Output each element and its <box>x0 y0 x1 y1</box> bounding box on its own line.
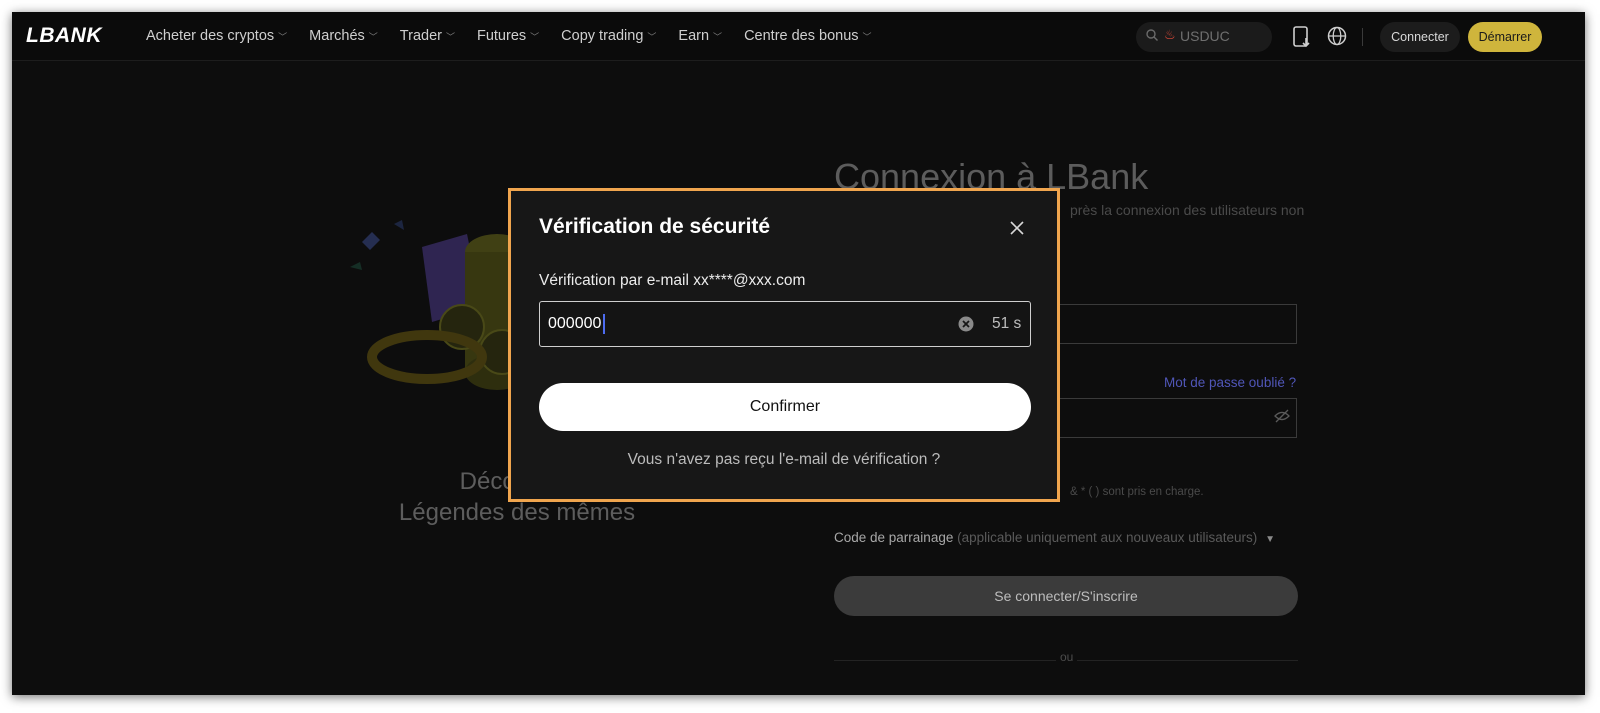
download-icon[interactable] <box>1292 26 1312 48</box>
confirm-button[interactable]: Confirmer <box>539 383 1031 431</box>
chevron-down-icon: ﹀ <box>368 32 378 42</box>
chevron-down-icon: ﹀ <box>862 32 872 42</box>
password-hint: & * ( ) sont pris en charge. <box>1070 486 1204 498</box>
search-box[interactable]: ♨ USDUC <box>1136 22 1272 52</box>
menu-item-buy-crypto[interactable]: Acheter des cryptos ﹀ <box>146 28 287 44</box>
menu-item-markets[interactable]: Marchés ﹀ <box>309 28 378 44</box>
close-icon[interactable] <box>1010 221 1024 235</box>
top-nav: LBANK Acheter des cryptos ﹀ Marchés ﹀ Trad… <box>12 12 1585 61</box>
main-menu: Acheter des cryptos ﹀ Marchés ﹀ Trader ﹀ Fu… <box>146 28 894 44</box>
search-icon <box>1146 29 1158 41</box>
start-button[interactable]: Démarrer <box>1468 22 1542 52</box>
or-text: ou <box>1056 650 1078 664</box>
lbank-logo[interactable]: LBANK <box>26 24 102 48</box>
chevron-down-icon: ﹀ <box>713 32 723 42</box>
resend-countdown: 51 s <box>992 315 1022 332</box>
forgot-password-link[interactable]: Mot de passe oublié ? <box>1164 375 1296 390</box>
email-verification-label: Vérification par e-mail xx****@xxx.com <box>539 272 806 289</box>
chevron-down-icon: ﹀ <box>647 32 657 42</box>
nav-divider <box>1362 28 1363 46</box>
login-subtitle: près la connexion des utilisateurs non <box>1070 202 1305 218</box>
referral-toggle[interactable]: Code de parrainage (applicable uniquemen… <box>834 530 1275 545</box>
security-verification-dialog: Vérification de sécurité Vérification pa… <box>508 188 1060 502</box>
menu-item-trade[interactable]: Trader ﹀ <box>400 28 455 44</box>
chevron-down-icon: ﹀ <box>530 32 540 42</box>
eye-slash-icon[interactable] <box>1274 409 1290 423</box>
dialog-title: Vérification de sécurité <box>539 215 771 238</box>
clear-icon[interactable] <box>958 316 974 332</box>
email-field-bg[interactable] <box>1058 304 1297 344</box>
search-trending-text: USDUC <box>1180 28 1230 44</box>
text-cursor <box>603 314 605 334</box>
menu-item-copy-trading[interactable]: Copy trading ﹀ <box>561 28 656 44</box>
menu-item-futures[interactable]: Futures ﹀ <box>477 28 539 44</box>
menu-item-earn[interactable]: Earn ﹀ <box>678 28 722 44</box>
globe-icon[interactable] <box>1327 26 1347 46</box>
password-field-bg[interactable] <box>1058 398 1297 438</box>
chevron-down-icon: ﹀ <box>278 32 288 42</box>
connect-button[interactable]: Connecter <box>1380 22 1460 52</box>
referral-note: (applicable uniquement aux nouveaux util… <box>957 530 1258 545</box>
login-signup-button[interactable]: Se connecter/S'inscrire <box>834 576 1298 616</box>
menu-item-bonus-center[interactable]: Centre des bonus ﹀ <box>744 28 871 44</box>
referral-label: Code de parrainage <box>834 530 954 545</box>
chevron-down-icon: ﹀ <box>445 32 455 42</box>
resend-email-link[interactable]: Vous n'avez pas reçu l'e-mail de vérific… <box>511 451 1057 469</box>
browser-page: LBANK Acheter des cryptos ﹀ Marchés ﹀ Trad… <box>12 12 1585 695</box>
caret-down-icon: ▼ <box>1265 534 1275 545</box>
verification-code-field[interactable]: 51 s <box>539 301 1031 347</box>
verification-code-input[interactable] <box>548 308 928 340</box>
fire-icon: ♨ <box>1164 27 1176 42</box>
